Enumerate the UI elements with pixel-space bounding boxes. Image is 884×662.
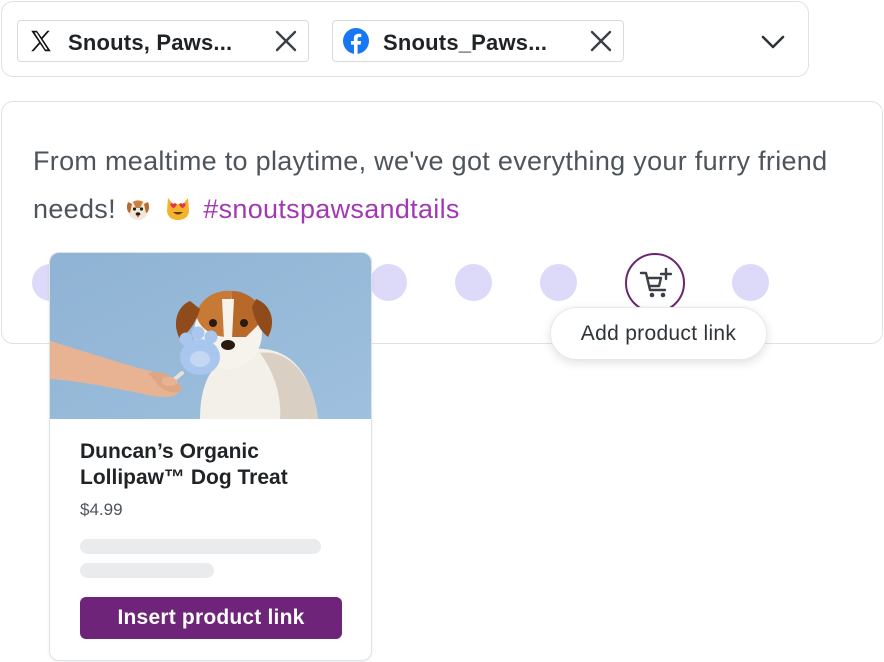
- account-chip-facebook[interactable]: Snouts_Paws...: [332, 20, 624, 62]
- account-selector: Snouts, Paws... Snouts_Paws...: [1, 1, 809, 77]
- account-chip-label: Snouts, Paws...: [68, 30, 233, 55]
- insert-product-link-button[interactable]: Insert product link: [80, 597, 342, 639]
- product-price: $4.99: [80, 500, 123, 519]
- add-product-link-button[interactable]: [625, 253, 685, 313]
- loading-placeholder: [80, 539, 321, 554]
- close-icon[interactable]: [589, 29, 613, 53]
- dog-face-emoji: [126, 200, 149, 220]
- product-image: [50, 253, 371, 419]
- account-chip-label: Snouts_Paws...: [383, 30, 548, 55]
- heart-eyes-cat-emoji: [166, 198, 189, 220]
- product-name: Duncan’s Organic Lollipaw™ Dog Treat: [80, 439, 350, 491]
- toolbar-action[interactable]: [455, 264, 492, 301]
- close-icon[interactable]: [274, 29, 298, 53]
- account-chip-x[interactable]: Snouts, Paws...: [17, 20, 309, 62]
- toolbar-action[interactable]: [370, 264, 407, 301]
- toolbar-action[interactable]: [540, 264, 577, 301]
- add-to-cart-icon: [639, 267, 673, 298]
- x-logo-icon: [31, 30, 51, 52]
- add-product-link-tooltip: Add product link: [550, 307, 767, 360]
- toolbar-action[interactable]: [732, 264, 769, 301]
- product-name-line: Duncan’s Organic: [80, 440, 259, 463]
- facebook-logo-icon: [343, 28, 369, 54]
- product-card[interactable]: Duncan’s Organic Lollipaw™ Dog Treat $4.…: [49, 252, 372, 661]
- loading-placeholder: [80, 563, 214, 578]
- chevron-down-icon[interactable]: [759, 30, 787, 54]
- hashtag-link[interactable]: #snoutspawsandtails: [203, 194, 459, 224]
- product-name-line: Lollipaw™ Dog Treat: [80, 466, 288, 489]
- post-text[interactable]: From mealtime to playtime, we've got eve…: [33, 137, 833, 233]
